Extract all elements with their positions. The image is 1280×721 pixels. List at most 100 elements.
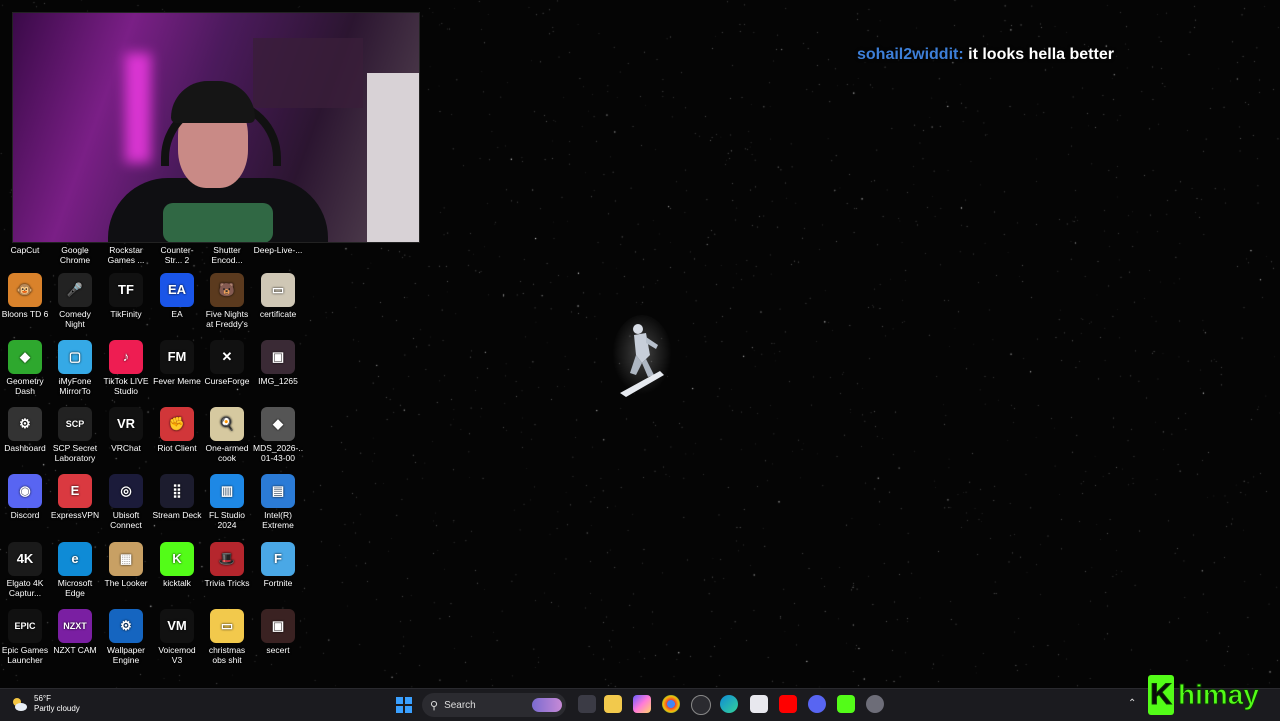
epic-games-icon: EPIC (8, 609, 42, 643)
desktop-icon-label: CurseForge (204, 376, 250, 386)
certificate-icon: ▭ (261, 273, 295, 307)
wallpaper-engine-icon: ⚙ (109, 609, 143, 643)
chevron-up-icon[interactable]: ⌃ (1128, 698, 1136, 709)
desktop-icon-label: Elgato 4K Captur... (6, 578, 44, 598)
desktop-icon[interactable]: EPIC Epic Games Launcher (0, 609, 50, 665)
settings-gear-icon[interactable] (866, 695, 884, 713)
weather-widget[interactable]: 56°F Partly cloudy (10, 694, 80, 714)
desktop-icon-label: Microsoft Edge (57, 578, 93, 598)
desktop-icon[interactable]: Deep-Live-... (253, 205, 303, 265)
weather-temp: 56°F (34, 694, 51, 703)
desktop-icon[interactable]: VM Voicemod V3 (152, 609, 202, 665)
desktop-icon-label: Discord (10, 510, 40, 520)
file-explorer-icon[interactable] (604, 695, 622, 713)
desktop-icon[interactable]: EA EA (152, 273, 202, 329)
microphone-icon: 🎤 (58, 273, 92, 307)
image-file-icon: ▣ (261, 340, 295, 374)
edge-taskbar-icon[interactable] (720, 695, 738, 713)
desktop-icon[interactable]: ▭ certificate (253, 273, 303, 329)
desktop-icon[interactable]: ⚙ Dashboard (0, 407, 50, 463)
desktop-icon[interactable]: ▢ iMyFone MirrorTo (50, 340, 100, 396)
desktop-icon[interactable]: ◆ Geometry Dash (0, 340, 50, 396)
desktop-icon[interactable]: ▥ FL Studio 2024 (202, 474, 252, 530)
desktop-icon[interactable]: 4K Elgato 4K Captur... (0, 542, 50, 598)
desktop-icon-label: iMyFone MirrorTo (58, 376, 92, 396)
desktop-icon[interactable]: Shutter Encod... (202, 205, 252, 265)
desktop-icon[interactable]: Kkicktalk (152, 542, 202, 598)
desktop-icon[interactable]: ▣ IMG_1265 (253, 340, 303, 396)
desktop-icon-label: EA (171, 309, 183, 319)
desktop-icon-label: Geometry Dash (6, 376, 44, 396)
desktop-icon-label: Dashboard (4, 443, 46, 453)
task-view-icon[interactable] (578, 695, 596, 713)
search-highlight-icon (532, 698, 562, 712)
desktop-icon[interactable]: CapCut (0, 205, 50, 265)
desktop-icon[interactable]: ▭ christmas obs shit (202, 609, 252, 665)
kick-taskbar-icon[interactable] (837, 695, 855, 713)
desktop-icon-label: VRChat (111, 443, 141, 453)
desktop-icon[interactable]: 🍳 One-armed cook (202, 407, 252, 463)
desktop-icon[interactable]: e Microsoft Edge (50, 542, 100, 598)
desktop-icon-label: christmas obs shit (208, 645, 246, 665)
desktop-icon[interactable]: TF TikFinity (101, 273, 151, 329)
desktop-icon-label: FL Studio 2024 (208, 510, 246, 530)
desktop-icon[interactable]: ⣿ Stream Deck (152, 474, 202, 530)
taskbar-search[interactable]: ⚲ Search (422, 693, 566, 717)
tiktok-icon: ♪ (109, 340, 143, 374)
desktop-icon[interactable]: ✕ CurseForge (202, 340, 252, 396)
search-icon: ⚲ (430, 699, 439, 712)
desktop-icon-label: Comedy Night (59, 309, 91, 329)
fl-studio-icon: ▥ (210, 474, 244, 508)
webcam-cap (171, 81, 255, 123)
intel-xtu-icon: ▤ (261, 474, 295, 508)
desktop-icon[interactable]: 🐵 Bloons TD 6 (0, 273, 50, 329)
chat-username: sohail2widdit: (857, 46, 964, 63)
desktop-icon[interactable]: ✊ Riot Client (152, 407, 202, 463)
scp-icon: SCP (58, 407, 92, 441)
desktop-icon[interactable]: ◆ MDS_2026-... 01-43-00 (253, 407, 303, 463)
stream-deck-icon: ⣿ (160, 474, 194, 508)
kick-logo-icon: K (1148, 675, 1174, 715)
desktop-icon-label: Bloons TD 6 (1, 309, 49, 319)
copilot-icon[interactable] (633, 695, 651, 713)
desktop-icon[interactable]: Google Chrome (50, 205, 100, 265)
desktop-icon[interactable]: ◉ Discord (0, 474, 50, 530)
desktop-icon-label: secert (266, 645, 290, 655)
desktop-icon[interactable]: 🎩 Trivia Tricks (202, 542, 252, 598)
desktop-icon[interactable]: ♪ TikTok LIVE Studio (101, 340, 151, 396)
desktop-icon-label: IMG_1265 (258, 376, 298, 386)
ubisoft-icon: ◎ (109, 474, 143, 508)
desktop-icon[interactable]: Rockstar Games ... (101, 205, 151, 265)
desktop-icon[interactable]: ▤Intel(R) Extreme Tu... (253, 474, 303, 530)
desktop-icon[interactable]: FM Fever Meme (152, 340, 202, 396)
desktop-icon[interactable]: ▦ The Looker (101, 542, 151, 598)
geometry-dash-icon: ◆ (8, 340, 42, 374)
desktop-icon-label: Voicemod V3 (158, 645, 196, 665)
obs-taskbar-icon[interactable] (691, 695, 711, 715)
desktop-icon[interactable]: E ExpressVPN (50, 474, 100, 530)
desktop-icon[interactable]: ◎ Ubisoft Connect (101, 474, 151, 530)
desktop-icon[interactable]: F Fortnite (253, 542, 303, 598)
microsoft-store-icon[interactable] (750, 695, 768, 713)
kicktalk-icon: K (160, 542, 194, 576)
desktop-icon-label: Wallpaper Engine (107, 645, 145, 665)
desktop-icon[interactable]: Counter-Str... 2 (152, 205, 202, 265)
desktop-icon[interactable]: 🐻 Five Nights at Freddy's (202, 273, 252, 329)
desktop-icon-label: Shutter Encod... (211, 245, 243, 265)
desktop-icon[interactable]: SCP SCP Secret Laboratory (50, 407, 100, 463)
desktop-icon[interactable]: ⚙ Wallpaper Engine (101, 609, 151, 665)
desktop-icon-label: ExpressVPN (50, 510, 100, 520)
tikfinity-icon: TF (109, 273, 143, 307)
youtube-icon[interactable] (779, 695, 797, 713)
desktop-icon[interactable]: 🎤 Comedy Night (50, 273, 100, 329)
desktop-icon[interactable]: VR VRChat (101, 407, 151, 463)
desktop-icon-label: The Looker (104, 578, 148, 588)
chrome-taskbar-icon[interactable] (662, 695, 680, 713)
edge-icon: e (58, 542, 92, 576)
mds-file-icon: ◆ (261, 407, 295, 441)
desktop-icon-label: Fortnite (263, 578, 293, 588)
desktop-icon[interactable]: ▣ secert (253, 609, 303, 665)
discord-taskbar-icon[interactable] (808, 695, 826, 713)
desktop-icon[interactable]: NZXT NZXT CAM (50, 609, 100, 665)
windows-start-icon[interactable] (396, 697, 412, 713)
